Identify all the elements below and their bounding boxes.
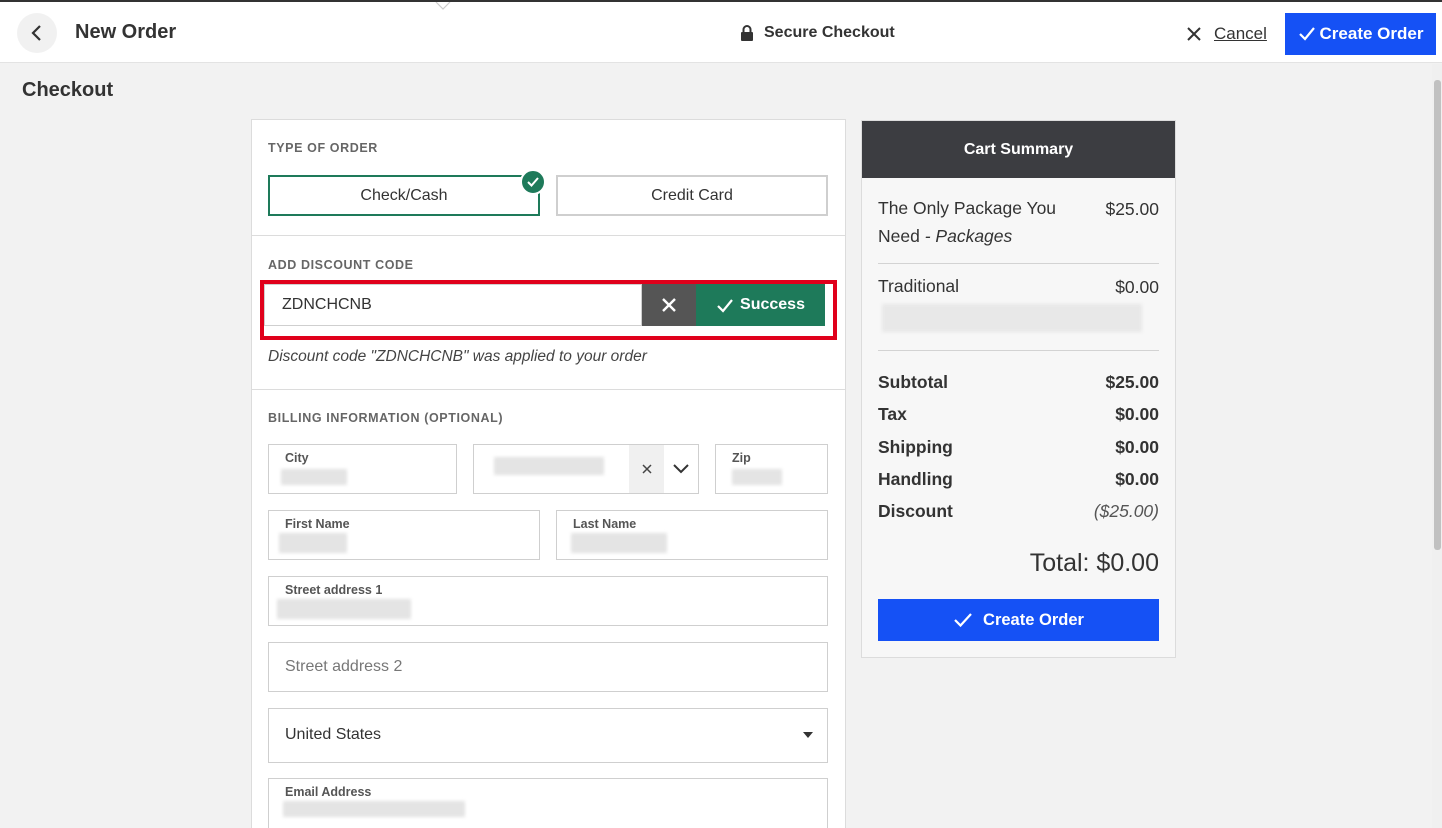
divider [252, 389, 845, 390]
clear-state-button[interactable] [629, 445, 664, 493]
redacted-value [494, 457, 604, 475]
zip-label: Zip [732, 451, 751, 465]
caret-notch-icon [435, 2, 451, 10]
create-order-button-header[interactable]: Create Order [1285, 13, 1436, 55]
chevron-left-icon [31, 25, 41, 41]
create-order-label: Create Order [983, 610, 1084, 629]
divider [252, 235, 845, 236]
redacted-value [283, 801, 465, 817]
tax-label: Tax [878, 404, 907, 424]
discount-value: ($25.00) [1093, 501, 1159, 521]
clear-discount-button[interactable] [642, 284, 696, 326]
selected-check-badge [520, 169, 546, 195]
cart-item-price: $0.00 [1115, 277, 1159, 297]
checkout-form-panel: TYPE OF ORDER Check/Cash Credit Card ADD… [251, 119, 846, 828]
check-icon [717, 298, 733, 313]
close-icon [641, 464, 652, 474]
cart-item-category-sep: - [924, 226, 936, 246]
handling-label: Handling [878, 469, 953, 489]
redacted-value [277, 599, 411, 619]
cancel-label: Cancel [1214, 24, 1267, 43]
check-cash-option[interactable]: Check/Cash [268, 169, 546, 216]
chevron-down-icon [673, 464, 689, 474]
subtotal-value: $25.00 [1105, 372, 1159, 392]
country-select[interactable]: United States [268, 708, 828, 763]
order-type-label: TYPE OF ORDER [268, 141, 378, 155]
city-field[interactable]: City [268, 444, 457, 494]
redacted-value [279, 533, 347, 553]
billing-info-label: BILLING INFORMATION (OPTIONAL) [268, 411, 504, 425]
discount-success-button[interactable]: Success [696, 284, 825, 326]
checkout-heading: Checkout [22, 79, 114, 101]
state-dropdown-toggle[interactable] [664, 445, 698, 493]
street-address-1-label: Street address 1 [285, 583, 383, 597]
state-select[interactable] [473, 444, 699, 494]
subtotal-label: Subtotal [878, 372, 948, 392]
check-cash-label: Check/Cash [360, 186, 448, 204]
cart-item-price: $25.00 [1105, 199, 1159, 219]
street-address-1-field[interactable]: Street address 1 [268, 576, 828, 626]
discount-applied-message: Discount code "ZDNCHCNB" was applied to … [268, 348, 647, 365]
shipping-value: $0.00 [1115, 437, 1159, 457]
lock-icon [741, 25, 753, 41]
first-name-label: First Name [285, 517, 350, 531]
city-label: City [285, 451, 309, 465]
cart-summary: Cart Summary The Only Package You Need -… [861, 120, 1176, 658]
street-address-2-field[interactable]: Street address 2 [268, 642, 828, 692]
street-address-2-placeholder: Street address 2 [285, 658, 403, 675]
shipping-label: Shipping [878, 437, 953, 457]
check-icon [954, 613, 972, 628]
discount-label: Discount [878, 501, 953, 521]
redacted-value [281, 469, 347, 485]
back-button[interactable] [17, 13, 57, 53]
email-label: Email Address [285, 785, 372, 799]
create-order-button[interactable]: Create Order [878, 599, 1159, 641]
tax-value: $0.00 [1115, 404, 1159, 424]
scrollbar-thumb[interactable] [1434, 80, 1441, 550]
last-name-field[interactable]: Last Name [556, 510, 828, 560]
cart-summary-title: Cart Summary [862, 121, 1175, 178]
close-icon [1187, 27, 1201, 41]
divider [878, 350, 1159, 351]
check-icon [527, 177, 539, 187]
cart-item-category: Packages [935, 226, 1013, 246]
check-icon [1298, 27, 1315, 41]
top-bar: New Order Secure Checkout Cancel Create … [0, 0, 1442, 63]
success-label: Success [740, 296, 805, 313]
country-value: United States [285, 726, 382, 743]
zip-field[interactable]: Zip [715, 444, 828, 494]
handling-value: $0.00 [1115, 469, 1159, 489]
redacted-value [571, 533, 667, 553]
secure-checkout-label: Secure Checkout [764, 24, 895, 41]
discount-code-input[interactable]: ZDNCHCNB [264, 284, 642, 326]
page-title: New Order [75, 21, 177, 43]
redacted-value [882, 304, 1142, 332]
credit-card-option[interactable]: Credit Card [556, 175, 828, 216]
discount-code-label: ADD DISCOUNT CODE [268, 258, 414, 272]
cart-item-name: Traditional [878, 276, 960, 296]
secure-checkout: Secure Checkout [740, 24, 895, 42]
create-order-label: Create Order [1319, 24, 1424, 43]
first-name-field[interactable]: First Name [268, 510, 540, 560]
redacted-value [732, 469, 782, 485]
last-name-label: Last Name [573, 517, 637, 531]
credit-card-label: Credit Card [651, 186, 733, 204]
cancel-button[interactable]: Cancel [1186, 24, 1267, 44]
divider [878, 263, 1159, 264]
discount-code-highlight: ZDNCHCNB Success [260, 280, 837, 340]
cart-item: The Only Package You Need - Packages [878, 194, 1078, 250]
email-field[interactable]: Email Address [268, 778, 828, 828]
order-total: Total: $0.00 [1029, 549, 1159, 577]
caret-down-icon [803, 732, 813, 738]
discount-code-value: ZDNCHCNB [282, 296, 372, 313]
close-icon [662, 298, 676, 312]
